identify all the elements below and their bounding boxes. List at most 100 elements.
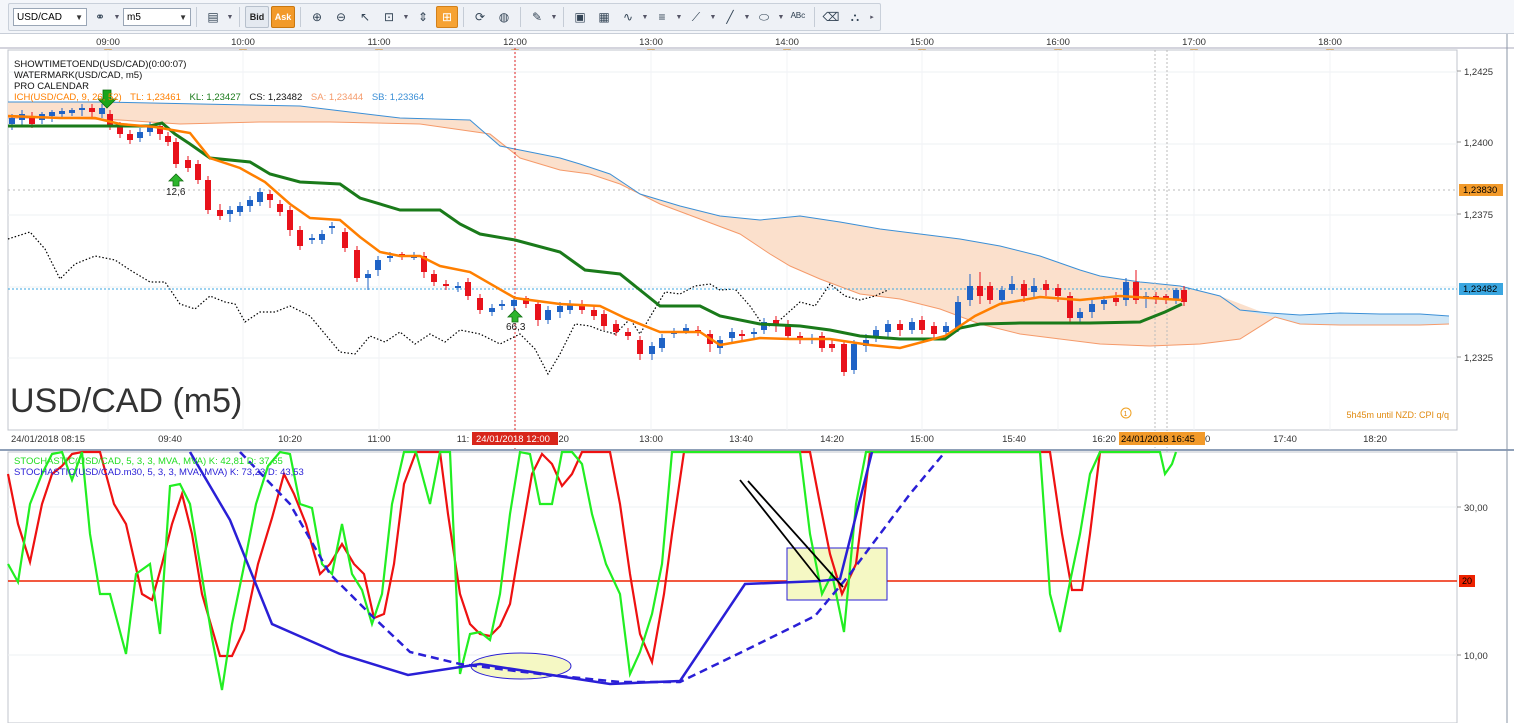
candle-body bbox=[477, 298, 483, 310]
candle-body bbox=[613, 324, 619, 332]
refresh-icon[interactable]: ⟳ bbox=[469, 6, 491, 28]
timeframe-select[interactable]: m5 ▼ bbox=[123, 8, 191, 26]
candle-body bbox=[987, 286, 993, 300]
calendar-note: 5h45m until NZD: CPI q/q bbox=[1346, 410, 1449, 420]
arrow-value-label: 66,3 bbox=[506, 322, 526, 333]
legend-sb: SB: 1,23364 bbox=[372, 92, 424, 103]
trendline-icon[interactable]: ╱ bbox=[719, 6, 741, 28]
candle-body bbox=[217, 210, 223, 216]
candle-body bbox=[999, 290, 1005, 300]
candle-body bbox=[1089, 304, 1095, 312]
indicators-icon[interactable]: ∿ bbox=[617, 6, 639, 28]
chart-area[interactable]: 09:00 10:00 11:00 12:00 13:00 14:00 15:00 16:00… bbox=[0, 34, 1514, 723]
ruler-icon[interactable]: ✎ bbox=[526, 6, 548, 28]
crosshair-icon[interactable]: ⊞ bbox=[436, 6, 458, 28]
candle-body bbox=[49, 112, 55, 116]
candle-body bbox=[829, 344, 835, 348]
candle-body bbox=[9, 118, 15, 124]
eraser-icon[interactable]: ⌫ bbox=[820, 6, 842, 28]
legend-show-time: SHOWTIMETOEND(USD/CAD)(0:00:07) bbox=[14, 59, 186, 70]
candle-body bbox=[649, 346, 655, 354]
candle-body bbox=[511, 300, 517, 306]
candle-body bbox=[342, 232, 348, 248]
chevron-down-icon[interactable]: ▼ bbox=[709, 14, 717, 21]
price-axis-label: 1,2375 bbox=[1464, 210, 1493, 221]
fan-icon[interactable]: ⟋ bbox=[685, 6, 707, 28]
chart-canvas[interactable]: 09:00 10:00 11:00 12:00 13:00 14:00 15:00 16:00… bbox=[0, 34, 1514, 723]
chevron-down-icon[interactable]: ▼ bbox=[675, 14, 683, 21]
candle-body bbox=[173, 142, 179, 164]
chevron-down-icon[interactable]: ▼ bbox=[743, 14, 751, 21]
bottom-time-label: 11: bbox=[457, 434, 470, 445]
candle-body bbox=[387, 256, 393, 258]
candle-body bbox=[329, 226, 335, 228]
link-icon[interactable]: ⚭ bbox=[89, 6, 111, 28]
zoom-out-icon[interactable]: ⊖ bbox=[330, 6, 352, 28]
hierarchy-icon[interactable]: ⛬ bbox=[844, 6, 866, 28]
top-time-label: 14:00 bbox=[775, 37, 799, 48]
top-time-label: 12:00 bbox=[503, 37, 527, 48]
globe-icon[interactable]: ◍ bbox=[493, 6, 515, 28]
chevron-down-icon[interactable]: ▼ bbox=[113, 14, 121, 21]
zoom-in-icon[interactable]: ⊕ bbox=[306, 6, 328, 28]
candle-body bbox=[319, 234, 325, 240]
image-icon[interactable]: ▣ bbox=[569, 6, 591, 28]
stoch-axis[interactable] bbox=[1458, 452, 1506, 723]
chevron-down-icon[interactable]: ▼ bbox=[777, 14, 785, 21]
chevron-down-icon: ▼ bbox=[179, 12, 187, 22]
stoch-axis-label: 30,00 bbox=[1464, 503, 1488, 514]
zoom-area-icon[interactable]: ⊡ bbox=[378, 6, 400, 28]
toolbar: USD/CAD ▼ ⚭ ▼ m5 ▼ ▤ ▼ Bid Ask ⊕ ⊖ ↖ ⊡ ▼… bbox=[0, 0, 1514, 34]
ask-button[interactable]: Ask bbox=[271, 6, 295, 28]
candle-body bbox=[659, 338, 665, 348]
top-time-label: 10:00 bbox=[231, 37, 255, 48]
current-price-label: 1,23482 bbox=[1463, 284, 1497, 295]
candle-body bbox=[277, 204, 283, 212]
stoch-legend-m5: STOCHASTIC(USD/CAD, 5, 3, 3, MVA, MVA) K… bbox=[14, 456, 283, 467]
candle-body bbox=[897, 324, 903, 330]
cursor-icon[interactable]: ↖ bbox=[354, 6, 376, 28]
chevron-down-icon[interactable]: ▼ bbox=[550, 14, 558, 21]
ellipse-icon[interactable]: ⬭ bbox=[753, 6, 775, 28]
candle-body bbox=[499, 304, 505, 306]
time-highlight-left-label: 24/01/2018 12:00 bbox=[476, 434, 550, 445]
bottom-time-label: 15:00 bbox=[910, 434, 934, 445]
price-axis-label: 1,2325 bbox=[1464, 353, 1493, 364]
chevron-down-icon[interactable]: ▼ bbox=[641, 14, 649, 21]
candle-body bbox=[535, 304, 541, 320]
price-axis[interactable] bbox=[1458, 50, 1506, 430]
candle-body bbox=[1031, 286, 1037, 292]
candle-body bbox=[1113, 298, 1119, 302]
stoch-plot-area[interactable] bbox=[7, 451, 1458, 723]
fit-icon[interactable]: ⇕ bbox=[412, 6, 434, 28]
candle-body bbox=[455, 286, 461, 288]
symbol-select[interactable]: USD/CAD ▼ bbox=[13, 8, 87, 26]
lines-icon[interactable]: ≡ bbox=[651, 6, 673, 28]
candle-body bbox=[885, 324, 891, 332]
bottom-time-label: 09:40 bbox=[158, 434, 182, 445]
text-icon[interactable]: ᴬᴮᶜ bbox=[787, 6, 809, 28]
candle-body bbox=[354, 250, 360, 278]
bid-button[interactable]: Bid bbox=[245, 6, 269, 28]
separator bbox=[239, 7, 240, 27]
chart-type-icon[interactable]: ▤ bbox=[202, 6, 224, 28]
candle-body bbox=[729, 332, 735, 338]
chevron-down-icon[interactable]: ▼ bbox=[402, 14, 410, 21]
candle-body bbox=[545, 310, 551, 320]
candle-body bbox=[919, 320, 925, 330]
template-icon[interactable]: ▦ bbox=[593, 6, 615, 28]
symbol-select-value: USD/CAD bbox=[17, 11, 63, 23]
legend-pro-calendar: PRO CALENDAR bbox=[14, 81, 89, 92]
legend-tl: TL: 1,23461 bbox=[130, 92, 181, 103]
scroll-right-icon[interactable]: ▸ bbox=[868, 13, 876, 21]
legend-ichimoku: ICH(USD/CAD, 9, 26, 52) TL: 1,23461 KL: … bbox=[14, 92, 424, 103]
candle-body bbox=[69, 110, 75, 113]
candle-body bbox=[257, 192, 263, 202]
candle-body bbox=[443, 284, 449, 286]
candle-body bbox=[909, 322, 915, 330]
candle-body bbox=[943, 326, 949, 332]
top-time-label: 09:00 bbox=[96, 37, 120, 48]
candle-body bbox=[185, 160, 191, 168]
chevron-down-icon[interactable]: ▼ bbox=[226, 14, 234, 21]
candle-body bbox=[195, 164, 201, 180]
